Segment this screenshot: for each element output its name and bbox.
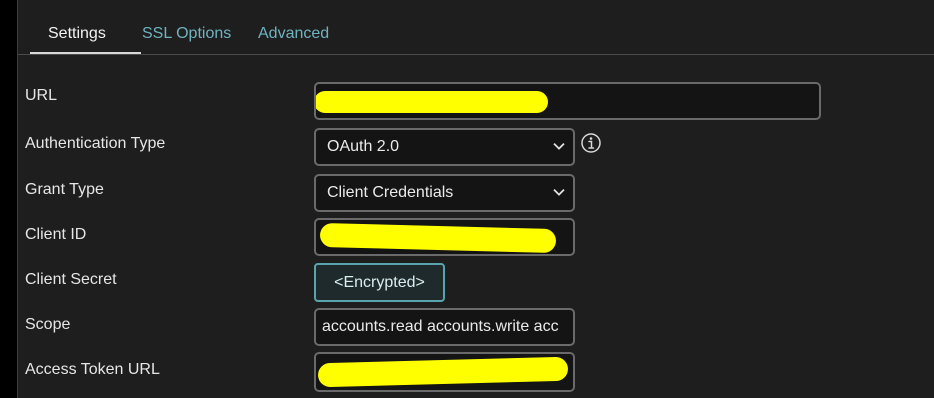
grant-type-label: Grant Type	[25, 181, 104, 198]
chevron-down-icon	[553, 142, 565, 150]
authentication-type-value: OAuth 2.0	[327, 138, 400, 155]
info-icon[interactable]	[580, 132, 602, 154]
scope-label: Scope	[25, 316, 71, 333]
access-token-url-input[interactable]	[314, 352, 575, 392]
scope-value: accounts.read accounts.write acc	[322, 318, 559, 335]
client-secret-encrypted-button[interactable]: <Encrypted>	[314, 263, 445, 302]
chevron-down-icon	[553, 188, 565, 196]
client-id-input[interactable]	[314, 218, 575, 256]
client-id-label: Client ID	[25, 226, 87, 243]
tab-bar: Settings SSL Options Advanced	[18, 14, 934, 55]
tab-ssl-options[interactable]: SSL Options	[124, 14, 249, 54]
access-token-url-label: Access Token URL	[25, 361, 160, 378]
grant-type-value: Client Credentials	[327, 184, 454, 201]
settings-panel: Settings SSL Options Advanced URL Authen…	[17, 0, 934, 398]
client-secret-label: Client Secret	[25, 271, 117, 288]
app-window: Settings SSL Options Advanced URL Authen…	[0, 0, 934, 398]
grant-type-select[interactable]: Client Credentials	[314, 174, 575, 212]
redaction-mark	[319, 222, 557, 254]
url-input[interactable]	[314, 82, 821, 120]
authentication-type-label: Authentication Type	[25, 135, 166, 152]
scope-input[interactable]: accounts.read accounts.write acc	[314, 308, 575, 346]
url-label: URL	[25, 87, 58, 104]
redaction-mark	[316, 91, 548, 113]
redaction-mark	[317, 356, 569, 388]
tab-advanced[interactable]: Advanced	[240, 14, 347, 54]
authentication-type-select[interactable]: OAuth 2.0	[314, 128, 575, 166]
